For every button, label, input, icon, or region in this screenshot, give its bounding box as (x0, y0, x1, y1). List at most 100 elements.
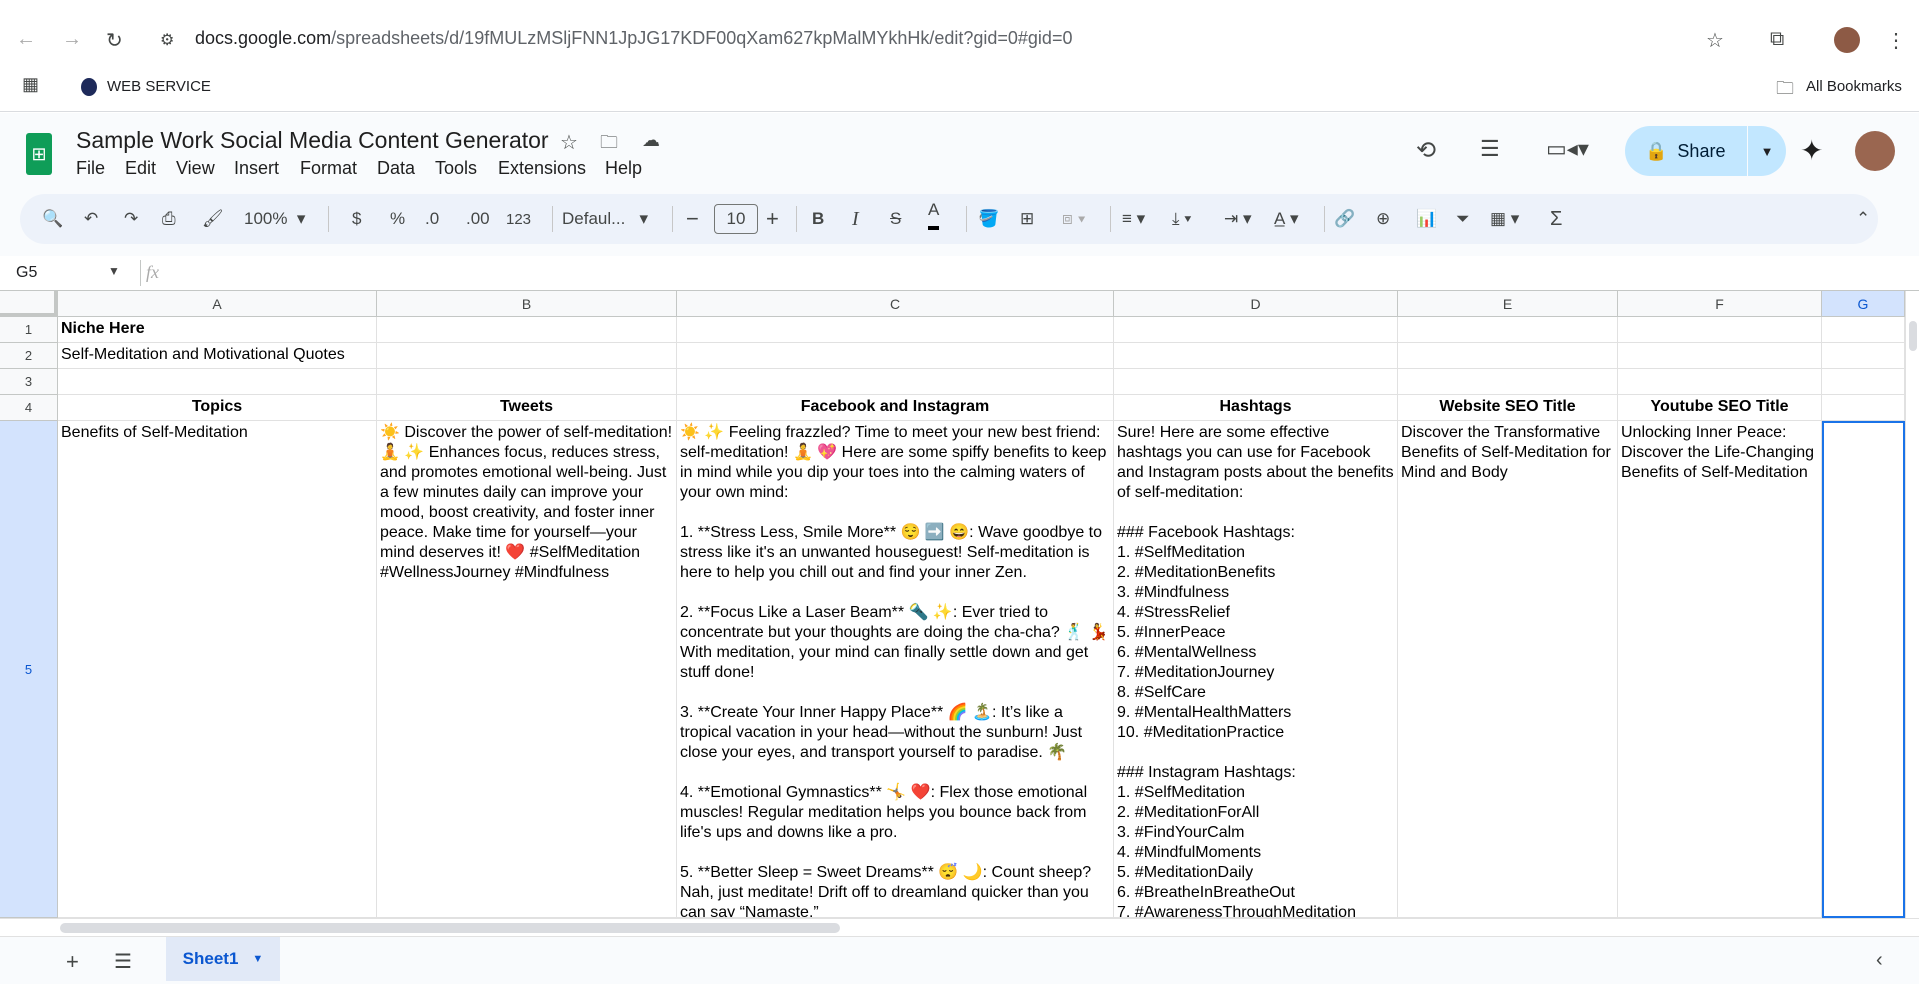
cell-g3[interactable] (1822, 369, 1905, 395)
cell-a2[interactable]: Self-Meditation and Motivational Quotes (58, 343, 377, 369)
borders-icon[interactable]: ⊞ (1020, 194, 1034, 244)
cell-c4[interactable]: Facebook and Instagram (677, 395, 1114, 421)
menu-data[interactable]: Data (377, 158, 415, 179)
column-header-b[interactable]: B (377, 291, 677, 317)
cell-b5[interactable]: ☀️ Discover the power of self-meditation… (377, 421, 677, 918)
menu-help[interactable]: Help (605, 158, 642, 179)
all-bookmarks[interactable]: All Bookmarks (1806, 78, 1902, 95)
cell-d4[interactable]: Hashtags (1114, 395, 1398, 421)
add-sheet-icon[interactable]: + (66, 949, 79, 975)
cell-a4[interactable]: Topics (58, 395, 377, 421)
insert-link-icon[interactable]: 🔗 (1334, 194, 1355, 244)
reload-icon[interactable]: ↻ (106, 28, 123, 53)
document-title[interactable]: Sample Work Social Media Content Generat… (76, 127, 549, 154)
cell-e3[interactable] (1398, 369, 1618, 395)
cell-a1[interactable]: Niche Here (58, 317, 377, 343)
font-select[interactable]: Defaul... ▾ (562, 194, 648, 244)
cell-f5[interactable]: Unlocking Inner Peace: Discover the Life… (1618, 421, 1822, 918)
explore-collapse-icon[interactable]: ‹ (1876, 949, 1883, 972)
redo-icon[interactable]: ↷ (124, 194, 138, 244)
menu-dots-icon[interactable]: ⋮ (1886, 28, 1906, 53)
cell-g1[interactable] (1822, 317, 1905, 343)
gemini-icon[interactable]: ✦ (1800, 134, 1823, 167)
menu-view[interactable]: View (176, 158, 215, 179)
print-icon[interactable]: ⎙ (162, 194, 176, 244)
back-icon[interactable]: ← (16, 28, 36, 51)
fill-color-icon[interactable]: 🪣 (978, 194, 999, 244)
more-formats-button[interactable]: 123 (506, 194, 531, 244)
column-header-g[interactable]: G (1822, 291, 1905, 317)
user-avatar[interactable] (1855, 131, 1895, 171)
undo-icon[interactable]: ↶ (84, 194, 98, 244)
select-all-corner[interactable] (0, 291, 58, 317)
name-box-dropdown[interactable]: ▼ (108, 264, 120, 278)
vertical-scroll-thumb[interactable] (1909, 321, 1917, 351)
forward-icon[interactable]: → (62, 28, 82, 51)
meet-icon[interactable]: ▭◂▾ (1546, 136, 1589, 162)
menu-file[interactable]: File (76, 158, 105, 179)
row-header-2[interactable]: 2 (0, 343, 58, 369)
menu-extensions[interactable]: Extensions (498, 158, 586, 179)
filter-icon[interactable]: ⏷ (1456, 194, 1470, 244)
bookmark-star-icon[interactable]: ☆ (1706, 28, 1724, 53)
move-folder-icon[interactable]: 🗀 (600, 130, 618, 160)
percent-button[interactable]: % (390, 194, 405, 244)
cell-d1[interactable] (1114, 317, 1398, 343)
cell-b2[interactable] (377, 343, 677, 369)
cell-b1[interactable] (377, 317, 677, 343)
text-rotation-icon[interactable]: A̲ ▾ (1274, 194, 1299, 244)
menu-insert[interactable]: Insert (234, 158, 279, 179)
functions-button[interactable]: Σ (1550, 194, 1562, 244)
formula-input[interactable] (180, 260, 1900, 286)
cloud-saved-icon[interactable]: ☁ (642, 130, 660, 151)
merge-cells-icon[interactable]: ⧈ ▾ (1062, 194, 1086, 244)
zoom-select[interactable]: 100% ▾ (244, 194, 305, 244)
cell-c2[interactable] (677, 343, 1114, 369)
cell-a5[interactable]: Benefits of Self-Meditation (58, 421, 377, 918)
menu-format[interactable]: Format (300, 158, 357, 179)
menu-edit[interactable]: Edit (125, 158, 156, 179)
sheet-menu-icon[interactable]: ▼ (252, 953, 263, 965)
menu-tools[interactable]: Tools (435, 158, 477, 179)
address-bar[interactable]: docs.google.com/spreadsheets/d/19fMULzMS… (195, 28, 1072, 49)
italic-button[interactable]: I (852, 194, 859, 244)
vertical-scrollbar[interactable] (1905, 291, 1919, 918)
profile-avatar[interactable] (1834, 27, 1860, 53)
cell-d3[interactable] (1114, 369, 1398, 395)
version-history-icon[interactable]: ⟲ (1416, 136, 1436, 165)
cell-d2[interactable] (1114, 343, 1398, 369)
currency-button[interactable]: $ (352, 194, 361, 244)
filter-views-icon[interactable]: ▦ ▾ (1490, 194, 1519, 244)
search-menus-icon[interactable]: 🔍 (42, 194, 63, 244)
bookmark-web-service[interactable]: WEB SERVICE (107, 78, 211, 95)
font-size-input[interactable]: 10 (714, 204, 758, 234)
cell-e2[interactable] (1398, 343, 1618, 369)
text-wrapping-icon[interactable]: ⇥ ▾ (1224, 194, 1252, 244)
cell-e5[interactable]: Discover the Transformative Benefits of … (1398, 421, 1618, 918)
site-settings-icon[interactable]: ⚙ (160, 30, 174, 50)
collapse-toolbar-icon[interactable]: ⌃ (1856, 194, 1870, 244)
cell-b3[interactable] (377, 369, 677, 395)
insert-chart-icon[interactable]: 📊 (1416, 194, 1437, 244)
horizontal-scrollbar[interactable] (0, 918, 1919, 936)
cell-d5[interactable]: Sure! Here are some effective hashtags y… (1114, 421, 1398, 918)
cell-c1[interactable] (677, 317, 1114, 343)
cell-f2[interactable] (1618, 343, 1822, 369)
cell-e1[interactable] (1398, 317, 1618, 343)
cell-f3[interactable] (1618, 369, 1822, 395)
row-header-5[interactable]: 5 (0, 421, 58, 918)
row-header-3[interactable]: 3 (0, 369, 58, 395)
star-icon[interactable]: ☆ (560, 130, 578, 155)
cell-a3[interactable] (58, 369, 377, 395)
sheets-logo-icon[interactable]: ⊞ (26, 133, 52, 175)
strikethrough-button[interactable]: S (890, 194, 901, 244)
column-header-d[interactable]: D (1114, 291, 1398, 317)
increase-font-size-button[interactable]: + (766, 194, 779, 244)
cell-f1[interactable] (1618, 317, 1822, 343)
decrease-font-size-button[interactable]: − (686, 194, 699, 244)
vertical-align-icon[interactable]: ⤓ ▾ (1172, 194, 1191, 244)
insert-comment-icon[interactable]: ⊕ (1376, 194, 1390, 244)
column-header-c[interactable]: C (677, 291, 1114, 317)
cell-f4[interactable]: Youtube SEO Title (1618, 395, 1822, 421)
cell-e4[interactable]: Website SEO Title (1398, 395, 1618, 421)
